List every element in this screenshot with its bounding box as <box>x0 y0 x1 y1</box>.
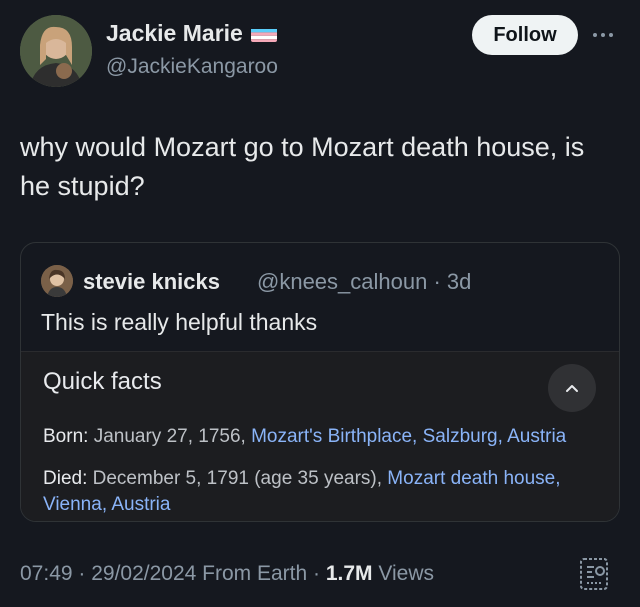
author-avatar[interactable] <box>20 15 92 87</box>
born-fact: Born: January 27, 1756, Mozart's Birthpl… <box>43 424 603 450</box>
quick-facts-card: Quick facts Born: January 27, 1756, Moza… <box>21 351 619 521</box>
died-date: December 5, 1791 (age 35 years), <box>87 468 388 489</box>
quoted-text: This is really helpful thanks <box>41 309 318 335</box>
born-date: January 27, 1756, <box>88 426 252 447</box>
views-label: Views <box>372 562 435 585</box>
born-place-link[interactable]: Mozart's Birthplace, Salzburg, Austria <box>251 426 566 447</box>
views-count: 1.7M <box>325 562 373 585</box>
translate-icon[interactable] <box>579 557 609 591</box>
author-handle[interactable]: @JackieKangaroo <box>106 55 278 79</box>
tweet-time-date[interactable]: 07:49 · 29/02/2024 From Earth · <box>20 562 326 585</box>
more-options-icon[interactable] <box>593 25 623 45</box>
died-fact: Died: December 5, 1791 (age 35 years), M… <box>43 466 603 518</box>
quoted-handle-time: @knees_calhoun · 3d <box>257 269 472 294</box>
died-label: Died: <box>43 468 88 489</box>
author-display-name[interactable]: Jackie Marie <box>106 20 243 47</box>
tweet-meta: 07:49 · 29/02/2024 From Earth · 1.7M Vie… <box>20 562 434 586</box>
quoted-tweet[interactable]: stevie knicks @knees_calhoun · 3d This i… <box>20 242 620 522</box>
born-label: Born: <box>43 426 89 447</box>
author-name-row[interactable]: Jackie Marie <box>106 20 277 47</box>
transgender-flag-icon <box>250 25 277 42</box>
quoted-display-name: stevie knicks <box>83 269 220 294</box>
follow-button[interactable]: Follow <box>472 15 578 55</box>
quoted-avatar <box>41 265 73 297</box>
chevron-up-icon[interactable] <box>548 364 596 412</box>
tweet-text: why would Mozart go to Mozart death hous… <box>20 132 585 201</box>
quick-facts-title: Quick facts <box>43 368 162 395</box>
